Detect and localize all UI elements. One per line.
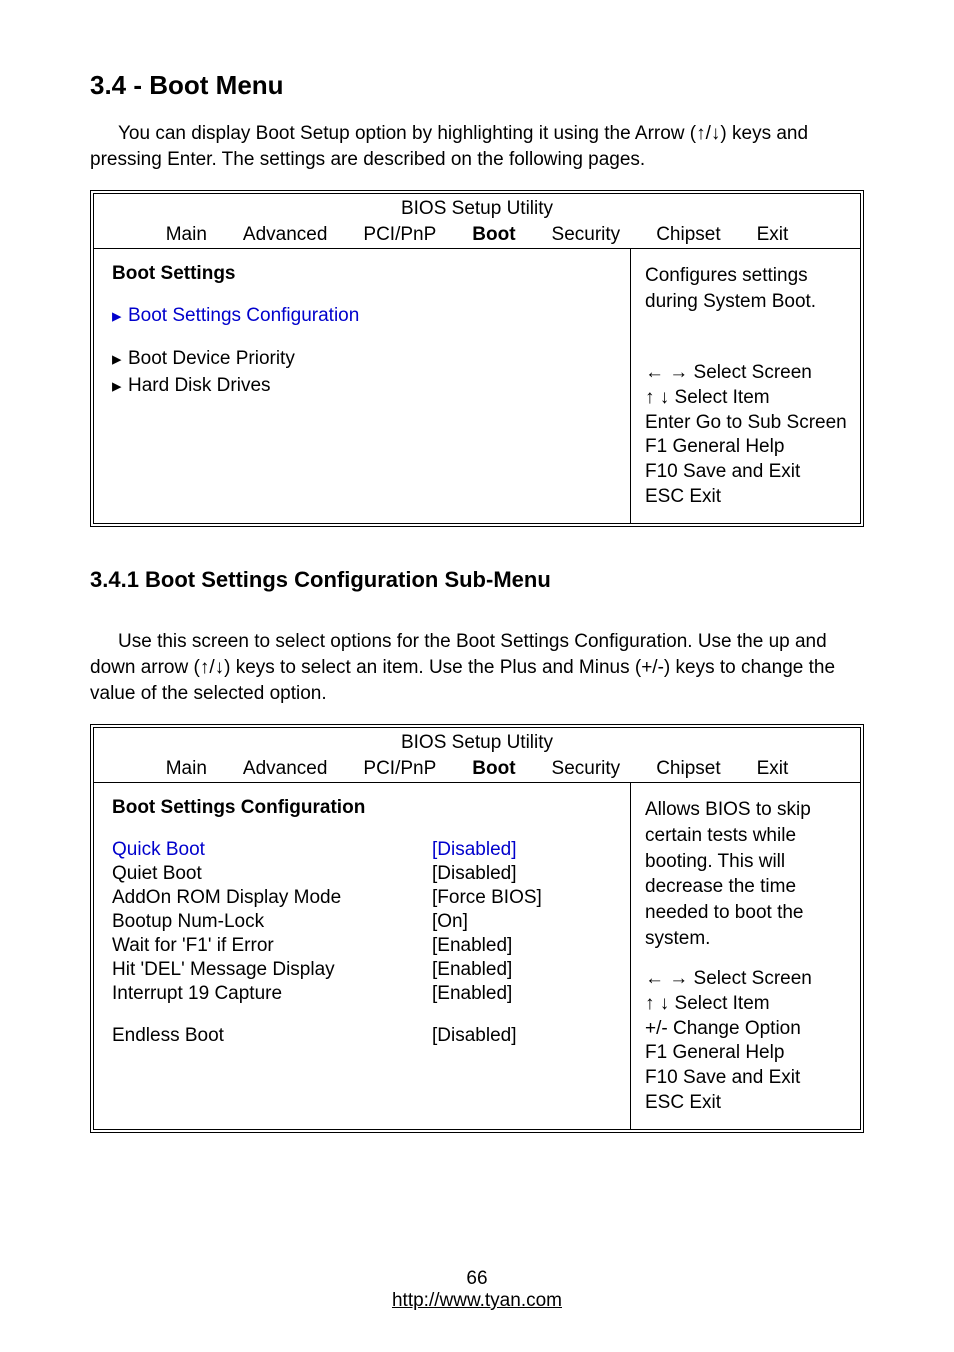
tab-pcipnp: PCI/PnP	[345, 224, 454, 246]
help-line: ← → Select Screen	[645, 967, 850, 992]
triangle-icon: ▸	[112, 375, 128, 398]
tab-exit: Exit	[739, 224, 807, 246]
left-panel: Boot Settings ▸ Boot Settings Configurat…	[94, 248, 630, 523]
tab-main: Main	[148, 224, 225, 246]
setting-value: [Disabled]	[432, 839, 616, 861]
setting-quiet-boot: Quiet Boot [Disabled]	[112, 863, 616, 885]
tab-pcipnp: PCI/PnP	[345, 758, 454, 780]
help-line: +/- Change Option	[645, 1017, 850, 1042]
tab-exit: Exit	[739, 758, 807, 780]
setting-value: [Enabled]	[432, 935, 616, 957]
help-line: F1 General Help	[645, 1041, 850, 1066]
bios-title: BIOS Setup Utility	[94, 194, 860, 220]
right-panel: Configures settings during System Boot. …	[630, 248, 860, 523]
triangle-icon: ▸	[112, 305, 128, 328]
setting-value: [Enabled]	[432, 959, 616, 981]
setting-label: Wait for 'F1' if Error	[112, 935, 432, 957]
setting-label: Bootup Num-Lock	[112, 911, 432, 933]
setting-hit-del: Hit 'DEL' Message Display [Enabled]	[112, 959, 616, 981]
help-line: ← → Select Screen	[645, 361, 850, 386]
tab-advanced: Advanced	[225, 758, 346, 780]
bios-box-1: BIOS Setup Utility Main Advanced PCI/PnP…	[90, 190, 864, 527]
bios-box-2: BIOS Setup Utility Main Advanced PCI/PnP…	[90, 724, 864, 1133]
setting-value: [Enabled]	[432, 983, 616, 1005]
help-text: Configures settings during System Boot.	[645, 263, 850, 341]
setting-label: Endless Boot	[112, 1025, 432, 1047]
help-line: ESC Exit	[645, 485, 850, 510]
help-line: ↑ ↓ Select Item	[645, 386, 850, 411]
boot-settings-heading: Boot Settings	[112, 263, 616, 285]
page-footer: 66 http://www.tyan.com	[0, 1268, 954, 1312]
submenu-label: Boot Device Priority	[128, 348, 295, 371]
bios-title: BIOS Setup Utility	[94, 728, 860, 754]
setting-label: Quick Boot	[112, 839, 432, 861]
setting-quick-boot: Quick Boot [Disabled]	[112, 839, 616, 861]
page-number: 66	[0, 1268, 954, 1290]
intro-text: You can display Boot Setup option by hig…	[90, 121, 864, 172]
page-title: 3.4 - Boot Menu	[90, 70, 864, 101]
help-line: ↑ ↓ Select Item	[645, 992, 850, 1017]
help-line: F10 Save and Exit	[645, 1066, 850, 1091]
help-line: Enter Go to Sub Screen	[645, 411, 850, 436]
tab-security: Security	[534, 758, 639, 780]
tab-row: Main Advanced PCI/PnP Boot Security Chip…	[94, 754, 860, 782]
tab-row: Main Advanced PCI/PnP Boot Security Chip…	[94, 220, 860, 248]
setting-endless-boot: Endless Boot [Disabled]	[112, 1025, 616, 1047]
help-text: Allows BIOS to skip certain tests while …	[645, 797, 850, 951]
help-line: F1 General Help	[645, 435, 850, 460]
setting-label: AddOn ROM Display Mode	[112, 887, 432, 909]
setting-addon-rom: AddOn ROM Display Mode [Force BIOS]	[112, 887, 616, 909]
help-line: ESC Exit	[645, 1091, 850, 1116]
submenu-boot-device-priority: ▸ Boot Device Priority	[112, 348, 616, 371]
sub-heading: 3.4.1 Boot Settings Configuration Sub-Me…	[90, 567, 864, 593]
submenu-label: Boot Settings Configuration	[128, 305, 359, 328]
right-panel: Allows BIOS to skip certain tests while …	[630, 782, 860, 1129]
tab-main: Main	[148, 758, 225, 780]
submenu-label: Hard Disk Drives	[128, 375, 271, 398]
submenu-boot-settings-config: ▸ Boot Settings Configuration	[112, 305, 616, 328]
footer-url: http://www.tyan.com	[0, 1290, 954, 1312]
help-line: F10 Save and Exit	[645, 460, 850, 485]
tab-chipset: Chipset	[638, 224, 738, 246]
setting-wait-f1: Wait for 'F1' if Error [Enabled]	[112, 935, 616, 957]
setting-label: Interrupt 19 Capture	[112, 983, 432, 1005]
submenu-hard-disk-drives: ▸ Hard Disk Drives	[112, 375, 616, 398]
setting-interrupt19: Interrupt 19 Capture [Enabled]	[112, 983, 616, 1005]
tab-security: Security	[534, 224, 639, 246]
setting-value: [Force BIOS]	[432, 887, 616, 909]
tab-chipset: Chipset	[638, 758, 738, 780]
tab-boot: Boot	[454, 758, 533, 780]
setting-value: [Disabled]	[432, 1025, 616, 1047]
tab-boot: Boot	[454, 224, 533, 246]
setting-bootup-numlock: Bootup Num-Lock [On]	[112, 911, 616, 933]
setting-label: Quiet Boot	[112, 863, 432, 885]
tab-advanced: Advanced	[225, 224, 346, 246]
setting-label: Hit 'DEL' Message Display	[112, 959, 432, 981]
setting-value: [On]	[432, 911, 616, 933]
triangle-icon: ▸	[112, 348, 128, 371]
setting-value: [Disabled]	[432, 863, 616, 885]
sub-intro-text: Use this screen to select options for th…	[90, 629, 864, 706]
boot-settings-config-heading: Boot Settings Configuration	[112, 797, 616, 819]
left-panel: Boot Settings Configuration Quick Boot […	[94, 782, 630, 1129]
